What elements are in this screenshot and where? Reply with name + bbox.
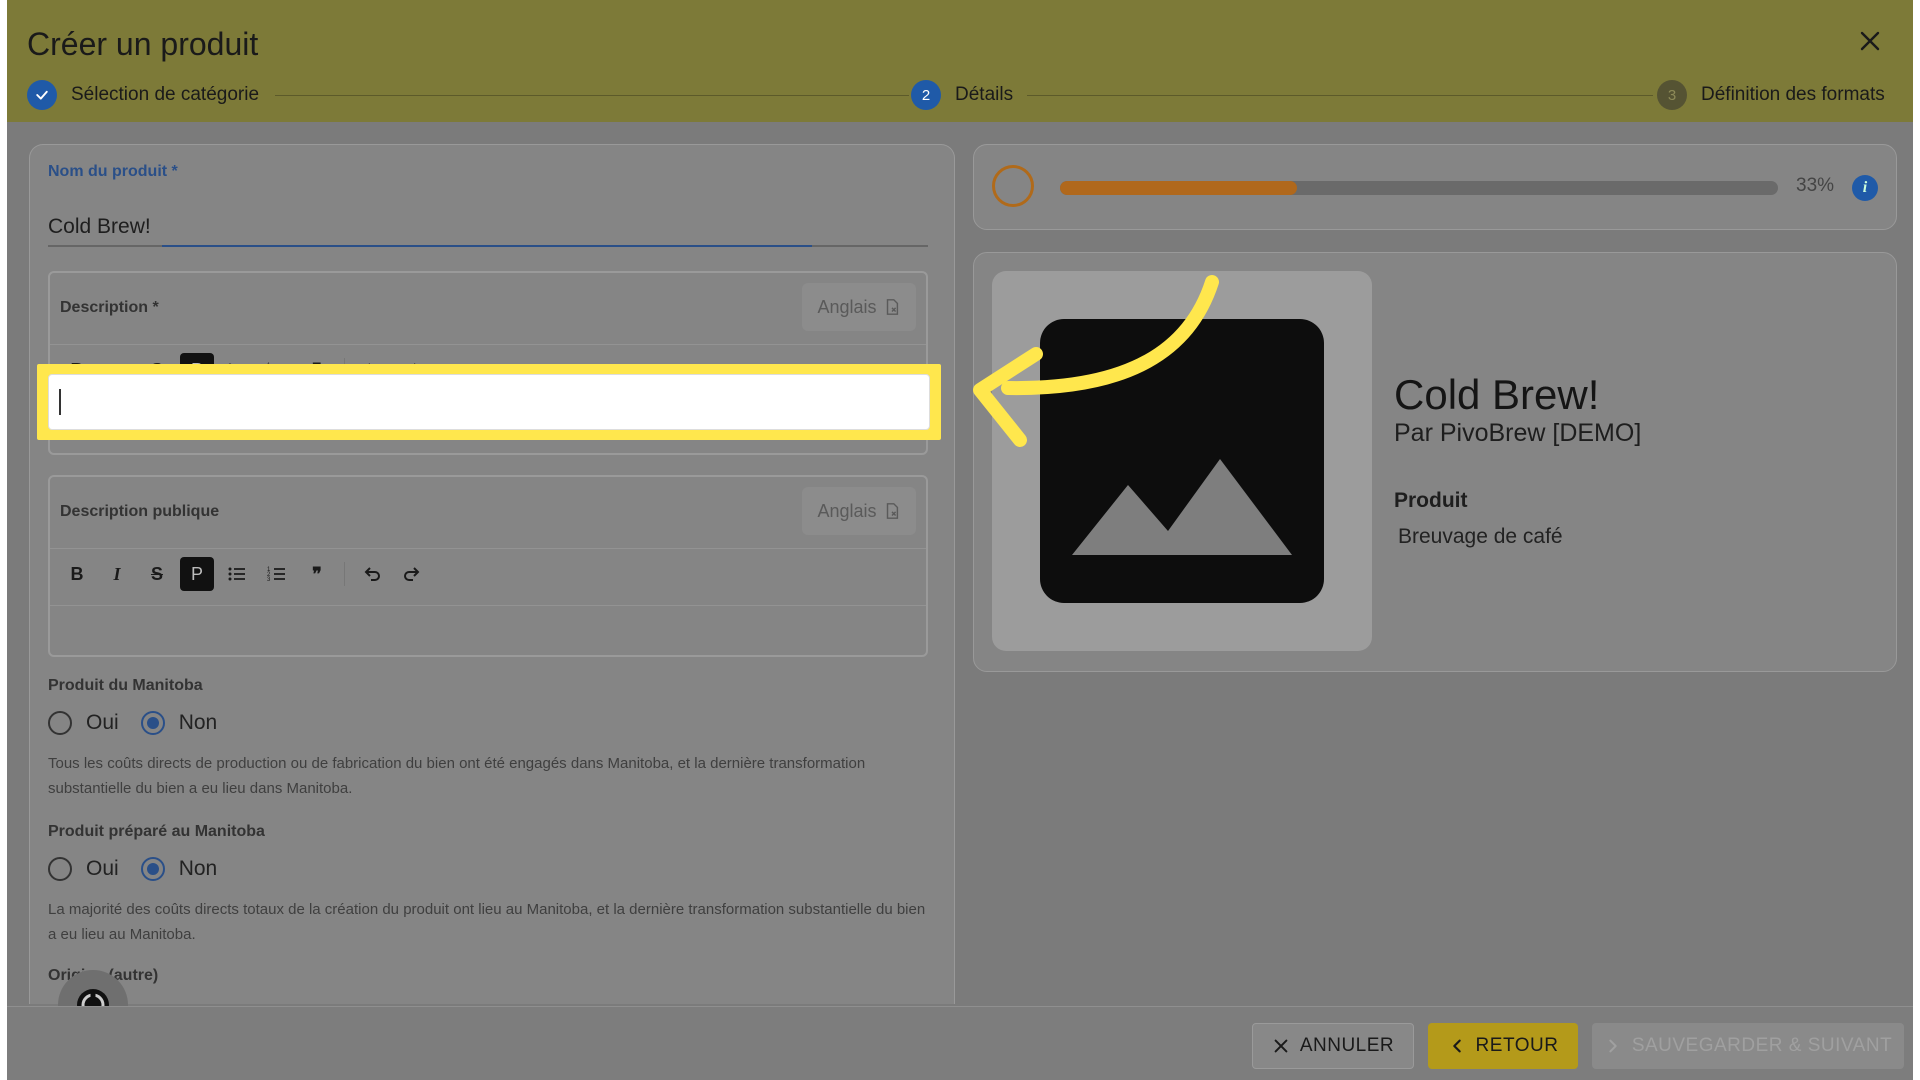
- progress-ring: [992, 165, 1034, 207]
- preview-type-label: Produit: [1394, 489, 1468, 512]
- radio-oui[interactable]: [48, 857, 72, 881]
- paragraph-button[interactable]: P: [180, 557, 214, 591]
- cancel-button-label: ANNULER: [1299, 1035, 1395, 1056]
- save-and-next-button-label: SAUVEGARDER & SUIVANT: [1631, 1035, 1893, 1056]
- translate-button-label: Anglais: [817, 500, 877, 521]
- manitoba-product-help: Tous les coûts directs de production ou …: [48, 755, 866, 797]
- quote-button[interactable]: ❞: [300, 557, 334, 591]
- dialog-body: Nom du produit * Cold Brew! Description …: [7, 122, 1913, 1006]
- info-icon[interactable]: i: [1852, 175, 1878, 201]
- product-name-label: Nom du produit *: [48, 163, 178, 180]
- radio-label: Non: [178, 857, 218, 880]
- progress-bar-fill: [1060, 181, 1297, 195]
- step-formats[interactable]: 3 Définition des formats: [1657, 80, 1885, 110]
- app-frame: Créer un produit Sélection de catégorie …: [0, 0, 1920, 1080]
- public-description-label: Description publique: [60, 503, 220, 520]
- close-icon[interactable]: [1855, 26, 1885, 56]
- chevron-left-icon: [1452, 1039, 1461, 1053]
- step-label: Détails: [955, 84, 1014, 105]
- stepper-connector: [1027, 95, 1653, 96]
- translate-file-icon: [886, 503, 898, 519]
- step-label: Définition des formats: [1701, 84, 1885, 105]
- bullet-list-icon[interactable]: [220, 557, 254, 591]
- preview-product-title: Cold Brew!: [1394, 371, 1600, 418]
- radio-label: Non: [178, 711, 218, 734]
- editor-header: Description * Anglais: [50, 273, 926, 345]
- redo-icon[interactable]: [395, 557, 429, 591]
- stepper-connector: [275, 95, 909, 96]
- radio-label: Oui: [86, 711, 119, 734]
- manitoba-prepared-label: Produit préparé au Manitoba: [48, 823, 265, 840]
- strikethrough-button[interactable]: S: [140, 557, 174, 591]
- step-details[interactable]: 2 Détails: [911, 80, 1013, 110]
- save-and-next-button[interactable]: SAUVEGARDER & SUIVANT: [1592, 1023, 1904, 1069]
- translate-button-label: Anglais: [817, 296, 877, 317]
- radio-oui[interactable]: [48, 711, 72, 735]
- radio-label: Oui: [86, 857, 119, 880]
- radio-non[interactable]: [140, 857, 165, 881]
- chevron-right-icon: [1609, 1039, 1617, 1053]
- product-name-input[interactable]: Cold Brew!: [48, 215, 151, 239]
- bold-button[interactable]: B: [60, 557, 94, 591]
- cancel-button[interactable]: ANNULER: [1252, 1023, 1414, 1069]
- translate-file-icon: [886, 299, 898, 315]
- annotation-arrow-icon: [973, 275, 1219, 447]
- step-category-selection[interactable]: Sélection de catégorie: [27, 80, 259, 110]
- text-caret: [59, 389, 61, 415]
- manitoba-product-label: Produit du Manitoba: [48, 677, 203, 694]
- svg-text:3: 3: [267, 577, 271, 583]
- preview-product-brand: Par PivoBrew [DEMO]: [1394, 419, 1642, 447]
- editor-toolbar: B I S P 123 ❞: [60, 557, 429, 591]
- input-underline-active: [162, 245, 812, 247]
- step-number: 2: [911, 80, 941, 110]
- manitoba-product-radio-group: Oui Non: [48, 711, 239, 735]
- undo-icon[interactable]: [355, 557, 389, 591]
- editor-header: Description publique Anglais: [50, 477, 926, 549]
- description-label: Description *: [60, 299, 159, 316]
- toolbar-divider: [344, 562, 345, 586]
- progress-percent: 33%: [1796, 175, 1835, 196]
- step-number: 3: [1657, 80, 1687, 110]
- back-button-label: RETOUR: [1475, 1035, 1559, 1056]
- completion-panel: 33% i: [973, 144, 1897, 230]
- description-input[interactable]: [48, 374, 930, 430]
- translate-button[interactable]: Anglais: [802, 283, 916, 331]
- check-icon: [27, 80, 57, 110]
- dialog-footer: ANNULER RETOUR SAUVEGARDER & SUIVANT: [7, 1006, 1913, 1080]
- numbered-list-icon[interactable]: 123: [260, 557, 294, 591]
- italic-button[interactable]: I: [100, 557, 134, 591]
- manitoba-prepared-radio-group: Oui Non: [48, 857, 239, 881]
- manitoba-prepared-help: La majorité des coûts directs totaux de …: [48, 901, 926, 943]
- step-label: Sélection de catégorie: [71, 84, 260, 105]
- dialog-header: Créer un produit Sélection de catégorie …: [7, 0, 1913, 122]
- radio-non[interactable]: [140, 711, 165, 735]
- back-button[interactable]: RETOUR: [1428, 1023, 1578, 1069]
- translate-button[interactable]: Anglais: [802, 487, 916, 535]
- editor-divider: [50, 605, 926, 606]
- preview-type-value: Breuvage de café: [1398, 525, 1563, 548]
- close-icon: [1274, 1039, 1288, 1053]
- product-form-panel: Nom du produit * Cold Brew! Description …: [29, 144, 955, 1004]
- dialog-title: Créer un produit: [27, 26, 259, 62]
- progress-bar: [1060, 181, 1778, 195]
- public-description-editor: Description publique Anglais B I S P 1 2…: [48, 475, 928, 657]
